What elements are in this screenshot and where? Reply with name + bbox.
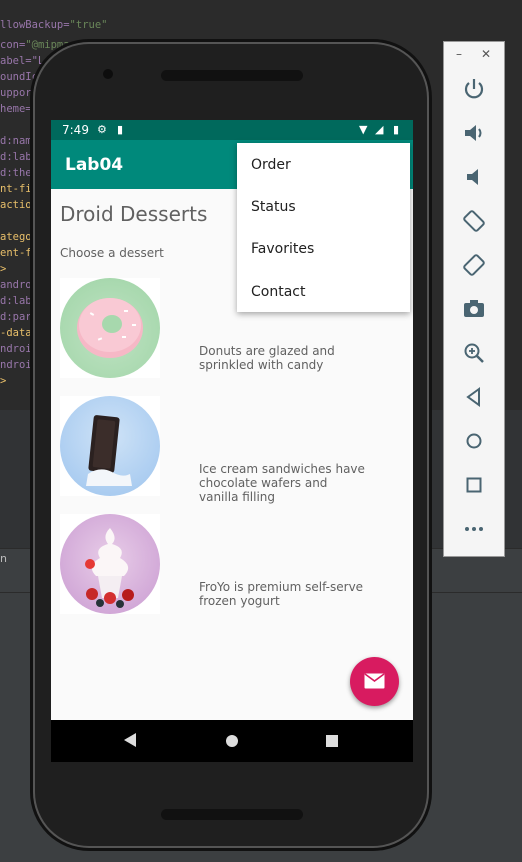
device-screen[interactable]: 7:49 ⚙ ▮ ▼ ◢ ▮ Lab04 Droid Desserts Choo… [51, 120, 413, 762]
code-line: d:par [0, 311, 32, 323]
settings-icon: ⚙ [97, 123, 107, 136]
dessert-description: FroYo is premium self-serve frozen yogur… [199, 580, 364, 608]
code-line: abel="L [0, 55, 45, 67]
bottom-speaker [161, 809, 303, 820]
zoom-icon[interactable] [461, 340, 487, 366]
code-line: ndroi [0, 343, 32, 355]
minimize-icon[interactable]: – [456, 47, 462, 61]
mail-fab-button[interactable] [350, 657, 399, 706]
home-icon[interactable] [461, 428, 487, 454]
battery-icon: ▮ [393, 123, 400, 136]
system-nav-bar [51, 720, 413, 762]
code-line: atego [0, 231, 32, 243]
status-time: 7:49 [62, 123, 89, 137]
camera-icon[interactable] [461, 296, 487, 322]
menu-item-favorites[interactable]: Favorites [251, 241, 314, 257]
menu-item-status[interactable]: Status [251, 199, 296, 215]
page-subtitle: Choose a dessert [60, 246, 164, 260]
code-line: > [0, 375, 7, 387]
code-line: d:nam [0, 135, 32, 147]
mail-icon [364, 673, 385, 689]
nav-overview-icon[interactable] [325, 734, 339, 748]
overflow-menu: Order Status Favorites Contact [237, 143, 410, 312]
code-line: oundIc [0, 71, 38, 83]
signal-icon: ◢ [375, 123, 384, 136]
code-line: d:lab [0, 151, 32, 163]
code-line: ndroi [0, 359, 32, 371]
volume-up-icon[interactable] [461, 120, 487, 146]
rotate-left-icon[interactable] [461, 208, 487, 234]
close-icon[interactable]: ✕ [481, 47, 491, 61]
nav-home-icon[interactable] [225, 734, 239, 748]
sd-card-icon: ▮ [117, 123, 124, 136]
menu-item-contact[interactable]: Contact [251, 284, 305, 300]
code-line: -data [0, 327, 32, 339]
code-line: d:lab [0, 295, 32, 307]
volume-down-icon[interactable] [461, 164, 487, 190]
power-icon[interactable] [461, 76, 487, 102]
menu-item-order[interactable]: Order [251, 157, 291, 173]
overview-icon[interactable] [461, 472, 487, 498]
app-title: Lab04 [65, 155, 124, 175]
ice-cream-sandwich-image[interactable] [60, 396, 160, 496]
dessert-description: Donuts are glazed and sprinkled with can… [199, 344, 335, 372]
dessert-description: Ice cream sandwiches have chocolate wafe… [199, 462, 365, 504]
emulator-toolbar: – ✕ [443, 41, 505, 557]
back-icon[interactable] [461, 384, 487, 410]
code-line: > [0, 263, 7, 275]
ide-tab-label[interactable]: n [0, 552, 7, 565]
rotate-right-icon[interactable] [461, 252, 487, 278]
wifi-icon: ▼ [359, 123, 368, 136]
page-title: Droid Desserts [60, 202, 208, 226]
front-camera [103, 69, 113, 79]
code-line: d:the [0, 167, 32, 179]
more-icon[interactable] [461, 516, 487, 542]
emulator-device-frame: 7:49 ⚙ ▮ ▼ ◢ ▮ Lab04 Droid Desserts Choo… [33, 42, 429, 848]
donut-image[interactable] [60, 278, 160, 378]
code-line: llowBackup="true" [0, 19, 108, 31]
nav-back-icon[interactable] [123, 732, 137, 748]
top-speaker [161, 70, 303, 81]
froyo-image[interactable] [60, 514, 160, 614]
status-bar: 7:49 ⚙ ▮ ▼ ◢ ▮ [51, 120, 413, 140]
